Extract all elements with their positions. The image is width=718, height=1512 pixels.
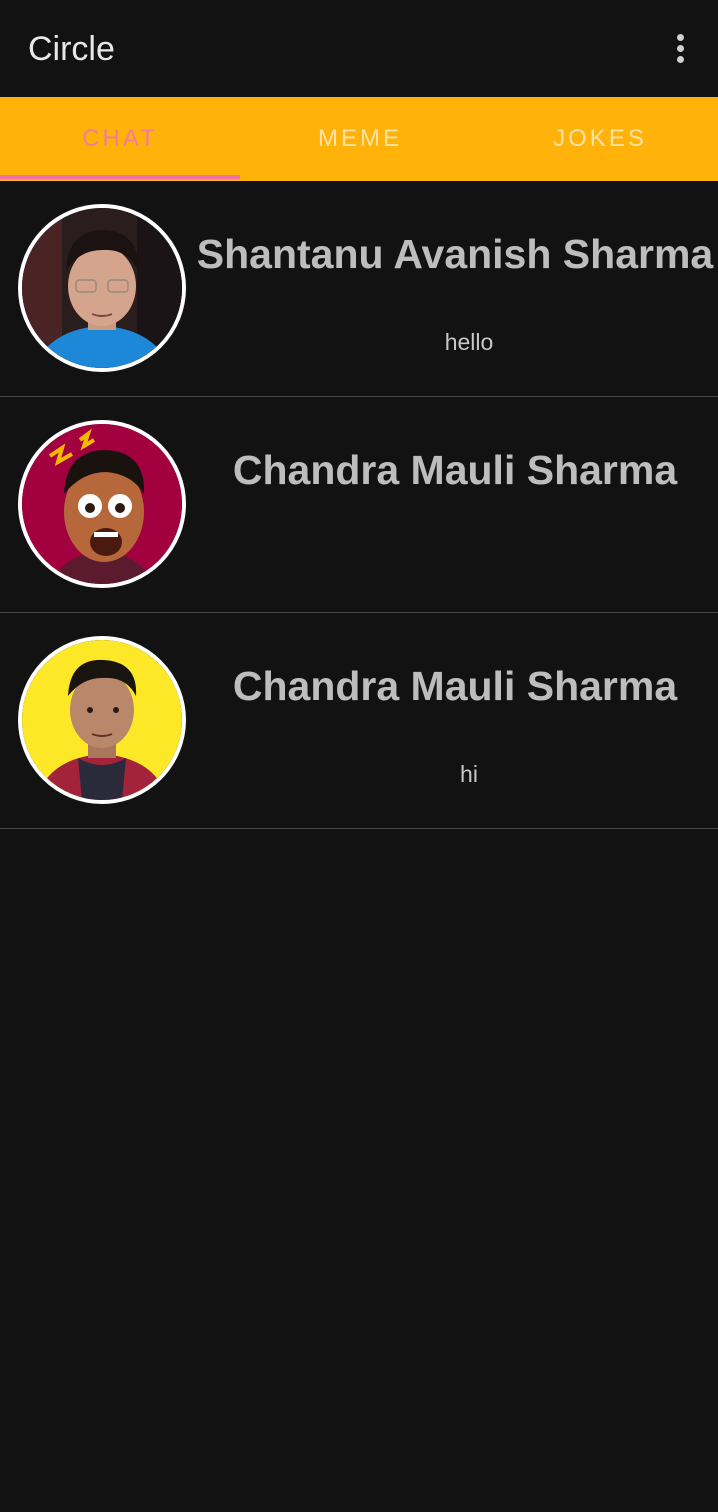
contact-name: Chandra Mauli Sharma bbox=[232, 447, 678, 493]
app-bar: Circle bbox=[0, 0, 718, 97]
avatar[interactable] bbox=[18, 204, 186, 372]
chat-item[interactable]: Chandra Mauli Sharma hi bbox=[0, 613, 718, 829]
chat-item[interactable]: Shantanu Avanish Sharma hello bbox=[0, 181, 718, 397]
avatar[interactable] bbox=[18, 420, 186, 588]
tab-jokes[interactable]: JOKES bbox=[480, 97, 718, 181]
last-message: hello bbox=[444, 329, 494, 355]
contact-name: Shantanu Avanish Sharma bbox=[196, 231, 714, 277]
tab-indicator bbox=[0, 175, 240, 179]
tab-bar: CHAT MEME JOKES bbox=[0, 97, 718, 181]
more-vert-icon[interactable] bbox=[660, 28, 702, 70]
chat-item[interactable]: Chandra Mauli Sharma bbox=[0, 397, 718, 613]
tab-meme[interactable]: MEME bbox=[240, 97, 480, 181]
tab-chat[interactable]: CHAT bbox=[0, 97, 240, 181]
chat-list: Shantanu Avanish Sharma hello Chandra Ma… bbox=[0, 181, 718, 829]
last-message: hi bbox=[460, 761, 478, 787]
app-title: Circle bbox=[28, 30, 115, 68]
contact-name: Chandra Mauli Sharma bbox=[232, 663, 678, 709]
avatar[interactable] bbox=[18, 636, 186, 804]
